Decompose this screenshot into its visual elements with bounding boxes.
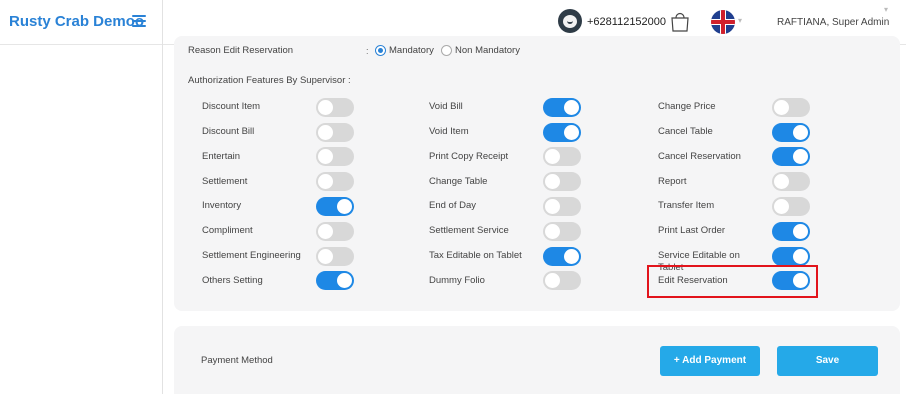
support-icon[interactable] — [558, 9, 582, 33]
toggle-tax-editable-on-tablet[interactable] — [543, 247, 581, 266]
feature-label: Cancel Table — [658, 126, 713, 137]
payment-method-label: Payment Method — [201, 355, 273, 366]
uk-flag-icon[interactable] — [711, 10, 735, 34]
shopping-bag-icon[interactable] — [670, 10, 690, 32]
toggle-compliment[interactable] — [316, 222, 354, 241]
toggle-settlement[interactable] — [316, 172, 354, 191]
chevron-down-icon[interactable]: ▾ — [738, 16, 742, 25]
feature-label: Tax Editable on Tablet — [429, 250, 522, 261]
toggle-discount-bill[interactable] — [316, 123, 354, 142]
toggle-others-setting[interactable] — [316, 271, 354, 290]
toggle-change-table[interactable] — [543, 172, 581, 191]
toggle-settlement-engineering[interactable] — [316, 247, 354, 266]
feature-label: Report — [658, 176, 687, 187]
toggle-void-bill[interactable] — [543, 98, 581, 117]
feature-label: Change Table — [429, 176, 488, 187]
reason-edit-label: Reason Edit Reservation — [188, 45, 294, 56]
feature-label: Change Price — [658, 101, 716, 112]
reason-edit-colon: : — [366, 46, 369, 56]
feature-label: Void Bill — [429, 101, 463, 112]
radio-non-mandatory-label[interactable]: Non Mandatory — [455, 45, 520, 56]
feature-label: End of Day — [429, 200, 476, 211]
feature-label: Others Setting — [202, 275, 263, 286]
feature-label: Dummy Folio — [429, 275, 485, 286]
toggle-dummy-folio[interactable] — [543, 271, 581, 290]
toggle-transfer-item[interactable] — [772, 197, 810, 216]
save-button[interactable]: Save — [777, 346, 878, 376]
toggle-print-copy-receipt[interactable] — [543, 147, 581, 166]
feature-label: Discount Item — [202, 101, 261, 112]
toggle-cancel-reservation[interactable] — [772, 147, 810, 166]
brand-name[interactable]: Rusty Crab Demoo — [9, 13, 144, 30]
phone-number: +628112152000 — [587, 16, 667, 28]
feature-label: Settlement — [202, 176, 248, 187]
feature-label: Entertain — [202, 151, 241, 162]
feature-label: Compliment — [202, 225, 253, 236]
feature-label: Settlement Engineering — [202, 250, 301, 261]
chevron-down-icon[interactable]: ▾ — [884, 5, 888, 14]
toggle-void-item[interactable] — [543, 123, 581, 142]
toggle-cancel-table[interactable] — [772, 123, 810, 142]
radio-mandatory[interactable] — [375, 45, 386, 56]
feature-label: Cancel Reservation — [658, 151, 741, 162]
add-payment-button[interactable]: + Add Payment — [660, 346, 760, 376]
toggle-inventory[interactable] — [316, 197, 354, 216]
menu-icon[interactable] — [132, 15, 146, 27]
toggle-report[interactable] — [772, 172, 810, 191]
feature-label: Transfer Item — [658, 200, 715, 211]
radio-mandatory-label[interactable]: Mandatory — [389, 45, 434, 56]
toggle-change-price[interactable] — [772, 98, 810, 117]
feature-label: Print Last Order — [658, 225, 726, 236]
user-name[interactable]: RAFTIANA, Super Admin — [777, 17, 889, 28]
feature-label: Print Copy Receipt — [429, 151, 509, 162]
feature-label: Settlement Service — [429, 225, 509, 236]
toggle-service-editable-on-tablet[interactable] — [772, 247, 810, 266]
sidebar-divider — [162, 0, 163, 394]
toggle-print-last-order[interactable] — [772, 222, 810, 241]
edit-reservation-highlight — [647, 265, 818, 298]
feature-label: Void Item — [429, 126, 469, 137]
toggle-discount-item[interactable] — [316, 98, 354, 117]
toggle-end-of-day[interactable] — [543, 197, 581, 216]
feature-label: Inventory — [202, 200, 242, 211]
radio-non-mandatory[interactable] — [441, 45, 452, 56]
toggle-settlement-service[interactable] — [543, 222, 581, 241]
feature-label: Discount Bill — [202, 126, 255, 137]
auth-features-title: Authorization Features By Supervisor : — [188, 75, 351, 86]
toggle-entertain[interactable] — [316, 147, 354, 166]
